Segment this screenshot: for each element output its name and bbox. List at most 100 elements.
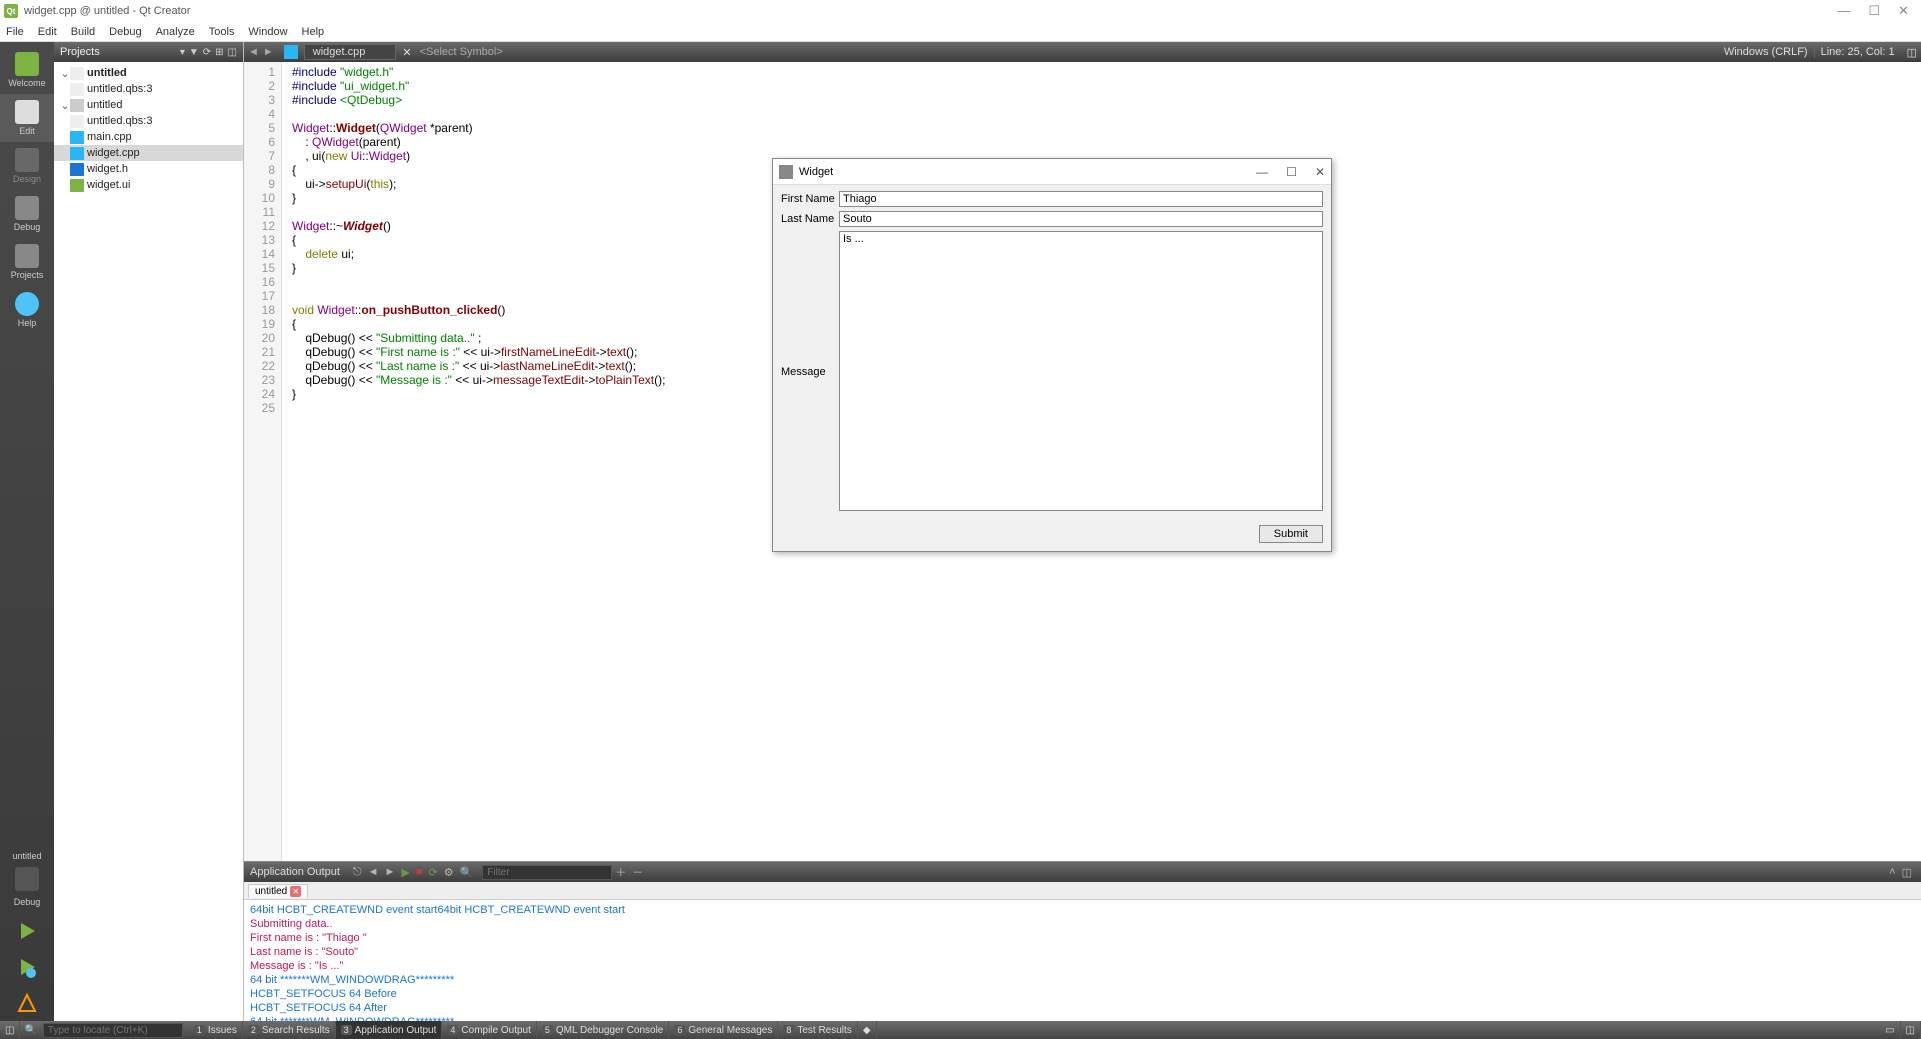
rerun-icon[interactable]: ⟳ — [429, 866, 438, 879]
submit-button[interactable]: Submit — [1259, 525, 1323, 543]
statusbar: ◫ 🔍 1Issues2Search Results3Application O… — [0, 1021, 1921, 1039]
dialog-close-icon[interactable]: ✕ — [1315, 165, 1325, 179]
dialog-minimize-icon[interactable]: — — [1256, 165, 1268, 179]
mode-design[interactable]: Design — [0, 142, 54, 190]
kit-selector[interactable]: untitled Debug — [0, 845, 54, 913]
symbol-selector[interactable]: <Select Symbol> — [420, 46, 1718, 58]
first-name-input[interactable] — [839, 191, 1323, 207]
status-pane-test-results[interactable]: 8Test Results — [778, 1021, 857, 1039]
next-icon[interactable]: ► — [384, 866, 395, 878]
mode-welcome[interactable]: Welcome — [0, 46, 54, 94]
filter-icon[interactable]: ▼ — [189, 47, 199, 58]
cursor-position[interactable]: Line: 25, Col: 1 — [1814, 46, 1901, 58]
menu-build[interactable]: Build — [71, 26, 95, 38]
minimize-icon[interactable]: — — [1837, 3, 1850, 19]
expand-icon[interactable]: ⊞ — [215, 47, 223, 58]
remove-icon[interactable]: － — [632, 864, 643, 880]
tree-node[interactable]: main.cpp — [54, 129, 243, 145]
settings-icon[interactable]: ⚙ — [444, 866, 454, 879]
menu-help[interactable]: Help — [302, 26, 325, 38]
chevron-down-icon[interactable]: ▾ — [180, 47, 185, 58]
status-pane-search-results[interactable]: 2Search Results — [243, 1021, 336, 1039]
menu-tools[interactable]: Tools — [209, 26, 235, 38]
line-gutter: 1234567891011121314151617181920212223242… — [244, 62, 282, 861]
search-icon: 🔍 — [460, 866, 474, 879]
attach-icon[interactable]: ⎋ — [353, 866, 362, 879]
projects-title: Projects — [60, 46, 176, 58]
menu-window[interactable]: Window — [248, 26, 287, 38]
stop-icon[interactable]: ■ — [416, 866, 423, 878]
run-debug-icon[interactable] — [15, 955, 39, 979]
output-filter-input[interactable] — [482, 865, 612, 880]
projects-tree[interactable]: ⌄untitleduntitled.qbs:3⌄untitleduntitled… — [54, 62, 243, 1021]
progress-icon[interactable]: ▭ — [1880, 1021, 1900, 1039]
menu-analyze[interactable]: Analyze — [156, 26, 195, 38]
output-title: Application Output — [250, 866, 340, 878]
split-editor-icon[interactable]: ◫ — [1907, 46, 1917, 59]
last-name-input[interactable] — [839, 211, 1323, 227]
tree-node[interactable]: untitled.qbs:3 — [54, 113, 243, 129]
dialog-maximize-icon[interactable]: ☐ — [1286, 165, 1297, 179]
run-icon[interactable] — [15, 919, 39, 943]
mode-edit[interactable]: Edit — [0, 94, 54, 142]
menu-edit[interactable]: Edit — [38, 26, 57, 38]
monitor-icon — [15, 867, 39, 891]
help-icon — [15, 292, 39, 316]
more-panes-icon[interactable]: ◆ — [858, 1021, 877, 1039]
split-icon[interactable]: ◫ — [228, 47, 237, 58]
close-doc-icon[interactable]: ✕ — [402, 46, 411, 59]
collapse-icon[interactable]: ˄ — [1889, 866, 1895, 878]
menubar: File Edit Build Debug Analyze Tools Wind… — [0, 22, 1921, 42]
tree-node[interactable]: ⌄untitled — [54, 97, 243, 113]
projects-panel: Projects ▾ ▼ ⟳ ⊞ ◫ ⌄untitleduntitled.qbs… — [54, 42, 244, 1021]
tree-node[interactable]: widget.ui — [54, 177, 243, 193]
locator-input[interactable] — [43, 1023, 183, 1038]
status-pane-application-output[interactable]: 3Application Output — [336, 1021, 443, 1039]
line-ending-selector[interactable]: Windows (CRLF) — [1718, 46, 1814, 58]
mode-debug[interactable]: Debug — [0, 190, 54, 238]
maximize-out-icon[interactable]: ◫ — [1902, 866, 1912, 879]
dialog-titlebar[interactable]: Widget — ☐ ✕ — [773, 159, 1331, 185]
tree-node[interactable]: ⌄untitled — [54, 65, 243, 81]
output-text[interactable]: 64bit HCBT_CREATEWND event start64bit HC… — [244, 900, 1921, 1021]
output-tabs: untitled ✕ — [244, 882, 1921, 900]
last-name-label: Last Name — [781, 211, 839, 225]
dialog-title: Widget — [799, 166, 833, 178]
sync-icon[interactable]: ⟳ — [203, 47, 211, 58]
status-pane-general-messages[interactable]: 6General Messages — [669, 1021, 778, 1039]
status-pane-issues[interactable]: 1Issues — [189, 1021, 243, 1039]
widget-dialog: Widget — ☐ ✕ First Name Last Name Messag… — [772, 158, 1332, 552]
status-pane-compile-output[interactable]: 4Compile Output — [442, 1021, 537, 1039]
build-icon[interactable] — [15, 991, 39, 1015]
toggle-right-sidebar-icon[interactable]: ◫ — [1901, 1021, 1921, 1039]
tree-node[interactable]: untitled.qbs:3 — [54, 81, 243, 97]
locator-search-icon: 🔍 — [24, 1025, 36, 1036]
open-doc-selector[interactable]: widget.cpp — [304, 44, 397, 60]
close-icon[interactable]: ✕ — [1898, 3, 1909, 19]
file-cpp-icon — [284, 45, 298, 59]
prev-icon[interactable]: ◄ — [368, 866, 379, 878]
menu-debug[interactable]: Debug — [109, 26, 141, 38]
mode-projects[interactable]: Projects — [0, 238, 54, 286]
tree-node[interactable]: widget.cpp — [54, 145, 243, 161]
window-title: widget.cpp @ untitled - Qt Creator — [24, 5, 190, 17]
run-out-icon[interactable]: ▶ — [401, 866, 409, 879]
nav-back-icon[interactable]: ◄ — [248, 46, 259, 58]
projects-icon — [15, 244, 39, 268]
toggle-sidebar-icon[interactable]: ◫ — [0, 1021, 20, 1039]
modebar: Welcome Edit Design Debug Projects Help … — [0, 42, 54, 1021]
nav-fwd-icon[interactable]: ► — [263, 46, 274, 58]
maximize-icon[interactable]: ☐ — [1868, 3, 1880, 19]
menu-file[interactable]: File — [6, 26, 24, 38]
message-textarea[interactable] — [839, 231, 1323, 511]
mode-help[interactable]: Help — [0, 286, 54, 334]
tree-node[interactable]: widget.h — [54, 161, 243, 177]
first-name-label: First Name — [781, 191, 839, 205]
output-tab[interactable]: untitled ✕ — [248, 884, 308, 898]
close-tab-icon[interactable]: ✕ — [290, 886, 301, 897]
window-titlebar: Qt widget.cpp @ untitled - Qt Creator — … — [0, 0, 1921, 22]
design-icon — [15, 148, 39, 172]
welcome-icon — [15, 52, 39, 76]
add-icon[interactable]: ＋ — [615, 864, 626, 880]
status-pane-qml-debugger-console[interactable]: 5QML Debugger Console — [537, 1021, 669, 1039]
